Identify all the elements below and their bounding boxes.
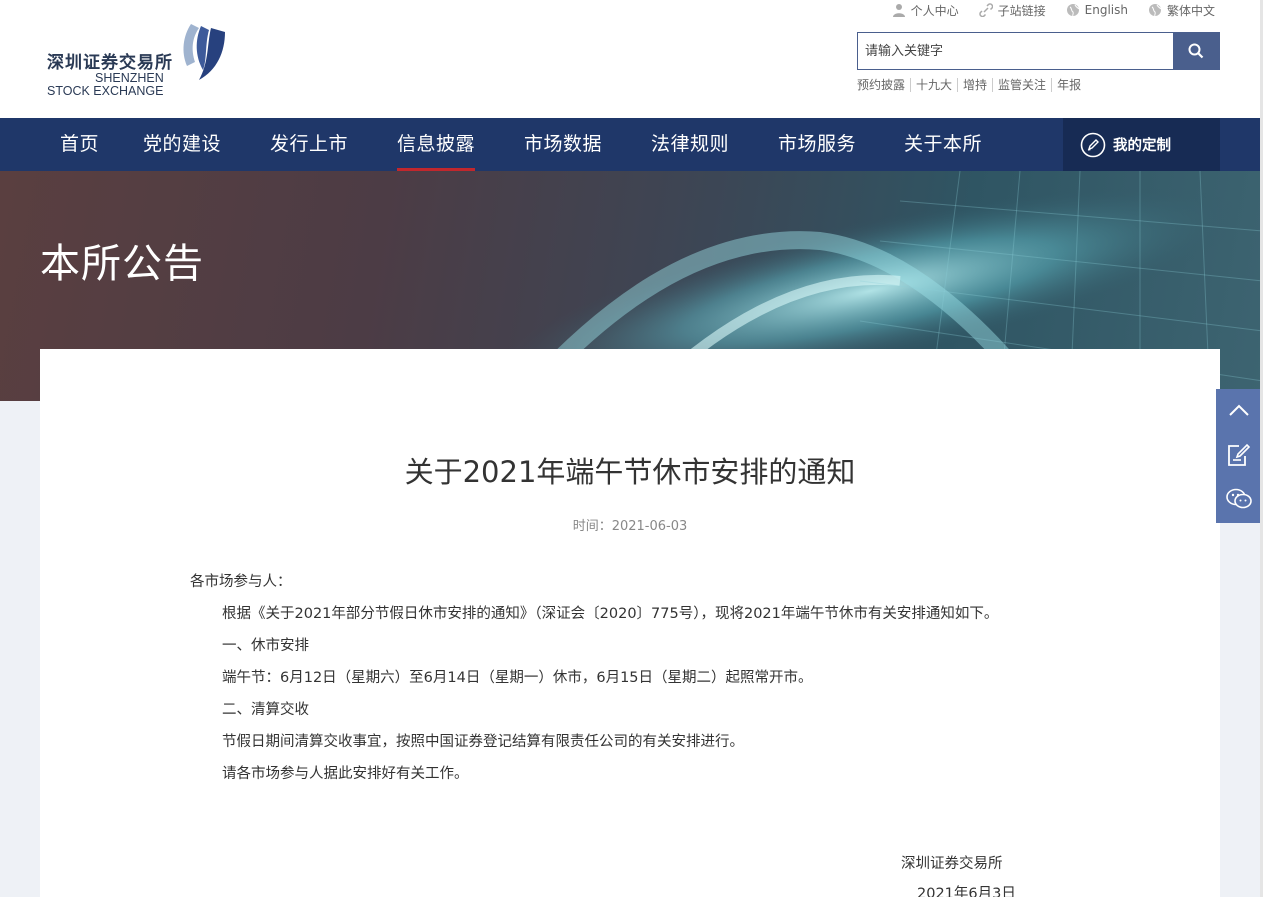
chevron-up-icon bbox=[1228, 404, 1249, 416]
my-custom-button[interactable]: 我的定制 bbox=[1063, 118, 1220, 171]
hot-link[interactable]: 监管关注 bbox=[992, 78, 1051, 92]
top-link-personal[interactable]: 个人中心 bbox=[892, 2, 959, 18]
signature-date: 2021年6月3日 bbox=[917, 886, 1016, 897]
hot-search-links: 预约披露 十九大 增持 监管关注 年报 bbox=[857, 78, 1086, 92]
search-input[interactable] bbox=[858, 33, 1173, 69]
nav-about[interactable]: 关于本所 bbox=[904, 118, 982, 171]
hot-link[interactable]: 增持 bbox=[957, 78, 992, 92]
edit-note-icon bbox=[1227, 443, 1250, 466]
nav-market-data[interactable]: 市场数据 bbox=[524, 118, 602, 171]
link-icon bbox=[978, 3, 993, 17]
signature-org: 深圳证券交易所 bbox=[901, 856, 1003, 872]
hot-link[interactable]: 十九大 bbox=[910, 78, 957, 92]
logo-mark-icon bbox=[183, 24, 225, 80]
search-box bbox=[857, 32, 1220, 70]
paragraph: 请各市场参与人据此安排好有关工作。 bbox=[222, 766, 469, 782]
feedback-button[interactable] bbox=[1216, 433, 1261, 477]
nav-rules[interactable]: 法律规则 bbox=[651, 118, 729, 171]
article-title: 关于2021年端午节休市安排的通知 bbox=[404, 455, 856, 489]
article-date: 时间：2021-06-03 bbox=[572, 519, 688, 534]
hot-link[interactable]: 年报 bbox=[1051, 78, 1086, 92]
top-link-english[interactable]: English bbox=[1066, 2, 1128, 18]
top-links: 个人中心 子站链接 English 繁体中文 bbox=[872, 2, 1215, 18]
custom-pen-icon bbox=[1080, 132, 1106, 157]
szse-logo[interactable]: 深圳证券交易所 SHENZHEN STOCK EXCHANGE bbox=[47, 22, 227, 100]
nav-home[interactable]: 首页 bbox=[60, 118, 99, 171]
logo-chinese-name: 深圳证券交易所 bbox=[47, 53, 173, 73]
paragraph: 二、清算交收 bbox=[222, 702, 309, 718]
paragraph: 一、休市安排 bbox=[222, 638, 309, 654]
paragraph: 端午节：6月12日（星期六）至6月14日（星期一）休市，6月15日（星期二）起照… bbox=[222, 670, 813, 686]
article-signature: 深圳证券交易所 2021年6月3日 bbox=[901, 849, 1016, 897]
main-nav: 首页 党的建设 发行上市 信息披露 市场数据 法律规则 市场服务 关于本所 我的… bbox=[0, 118, 1263, 171]
top-link-traditional-chinese[interactable]: 繁体中文 bbox=[1148, 2, 1215, 18]
nav-disclosure[interactable]: 信息披露 bbox=[397, 118, 476, 171]
paragraph: 根据《关于2021年部分节假日休市安排的通知》（深证会〔2020〕775号），现… bbox=[222, 606, 999, 622]
logo-english-name: SHENZHEN STOCK EXCHANGE bbox=[47, 71, 164, 98]
hot-link[interactable]: 预约披露 bbox=[857, 78, 910, 92]
search-button[interactable] bbox=[1173, 33, 1219, 69]
globe-icon bbox=[1148, 4, 1162, 17]
nav-services[interactable]: 市场服务 bbox=[778, 118, 856, 171]
wechat-button[interactable] bbox=[1216, 477, 1261, 521]
nav-listing[interactable]: 发行上市 bbox=[270, 118, 348, 171]
banner-title: 本所公告 bbox=[40, 241, 204, 287]
search-icon bbox=[1188, 43, 1204, 59]
nav-party-building[interactable]: 党的建设 bbox=[143, 118, 221, 171]
globe-icon bbox=[1066, 4, 1079, 17]
top-link-substations[interactable]: 子站链接 bbox=[978, 2, 1046, 18]
floating-toolbar bbox=[1216, 389, 1261, 523]
article-body: 各市场参与人： 根据《关于2021年部分节假日休市安排的通知》（深证会〔2020… bbox=[190, 566, 1090, 790]
article-container: 关于2021年端午节休市安排的通知 时间：2021-06-03 各市场参与人： … bbox=[40, 349, 1220, 897]
site-header: 深圳证券交易所 SHENZHEN STOCK EXCHANGE 个人中心 子站链… bbox=[0, 0, 1263, 118]
wechat-icon bbox=[1225, 488, 1252, 509]
back-to-top-button[interactable] bbox=[1216, 389, 1261, 433]
paragraph: 节假日期间清算交收事宜，按照中国证券登记结算有限责任公司的有关安排进行。 bbox=[222, 734, 744, 750]
paragraph-salutation: 各市场参与人： bbox=[190, 574, 292, 590]
user-icon bbox=[892, 4, 905, 17]
